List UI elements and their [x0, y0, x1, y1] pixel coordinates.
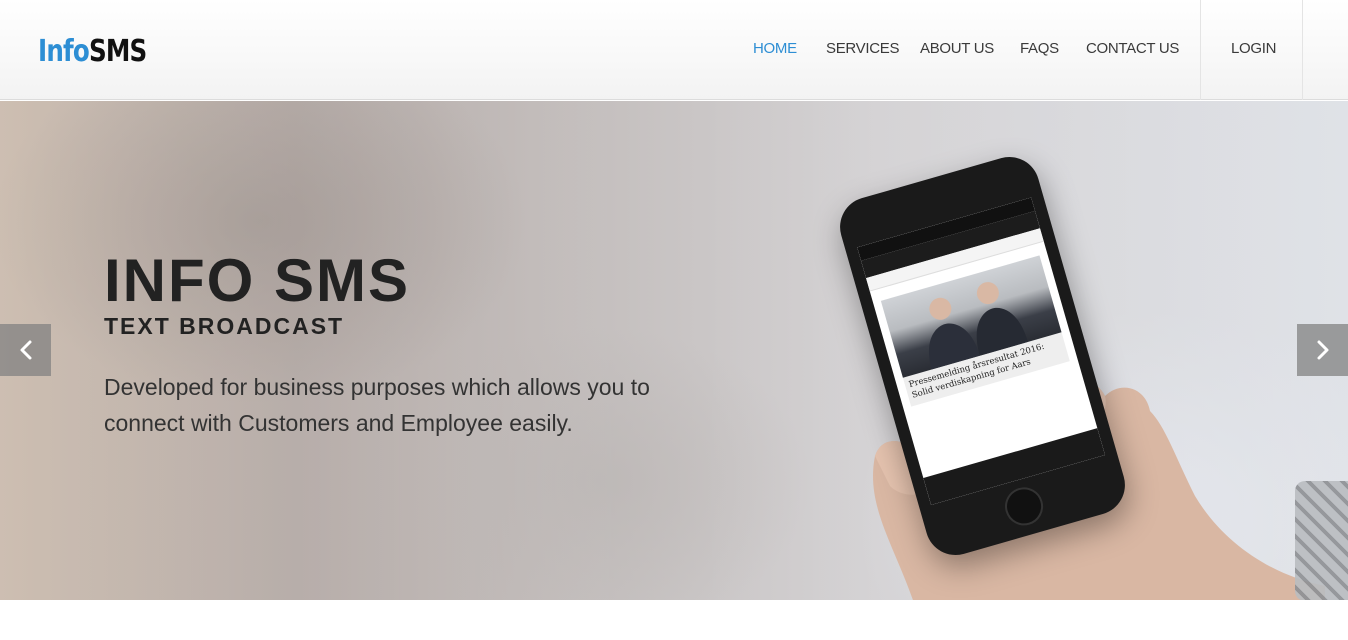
nav-divider [1302, 0, 1303, 100]
hero-description: Developed for business purposes which al… [104, 374, 650, 436]
site-header: InfoSMS HOME SERVICES ABOUT US FAQS CONT… [0, 0, 1348, 100]
chevron-right-icon [1317, 340, 1328, 360]
nav-divider [1200, 0, 1201, 100]
hero-subtitle: TEXT BROADCAST [104, 313, 345, 339]
nav-about-us[interactable]: ABOUT US [920, 40, 994, 57]
main-navigation: HOME SERVICES ABOUT US FAQS CONTACT US L… [0, 0, 1348, 100]
hero-slider: Pressemelding årsresultat 2016: Solid ve… [0, 101, 1348, 600]
watch-band-image [1295, 481, 1348, 600]
nav-services[interactable]: SERVICES [826, 40, 899, 57]
slider-next-button[interactable] [1297, 324, 1348, 376]
phone-home-button [1000, 482, 1048, 530]
slider-prev-button[interactable] [0, 324, 51, 376]
nav-faqs[interactable]: FAQS [1020, 40, 1059, 57]
nav-login[interactable]: LOGIN [1231, 40, 1276, 57]
nav-contact-us[interactable]: CONTACT US [1086, 40, 1179, 57]
hero-title: INFO SMS [104, 247, 411, 314]
chevron-left-icon [20, 340, 31, 360]
nav-home[interactable]: HOME [753, 40, 797, 57]
